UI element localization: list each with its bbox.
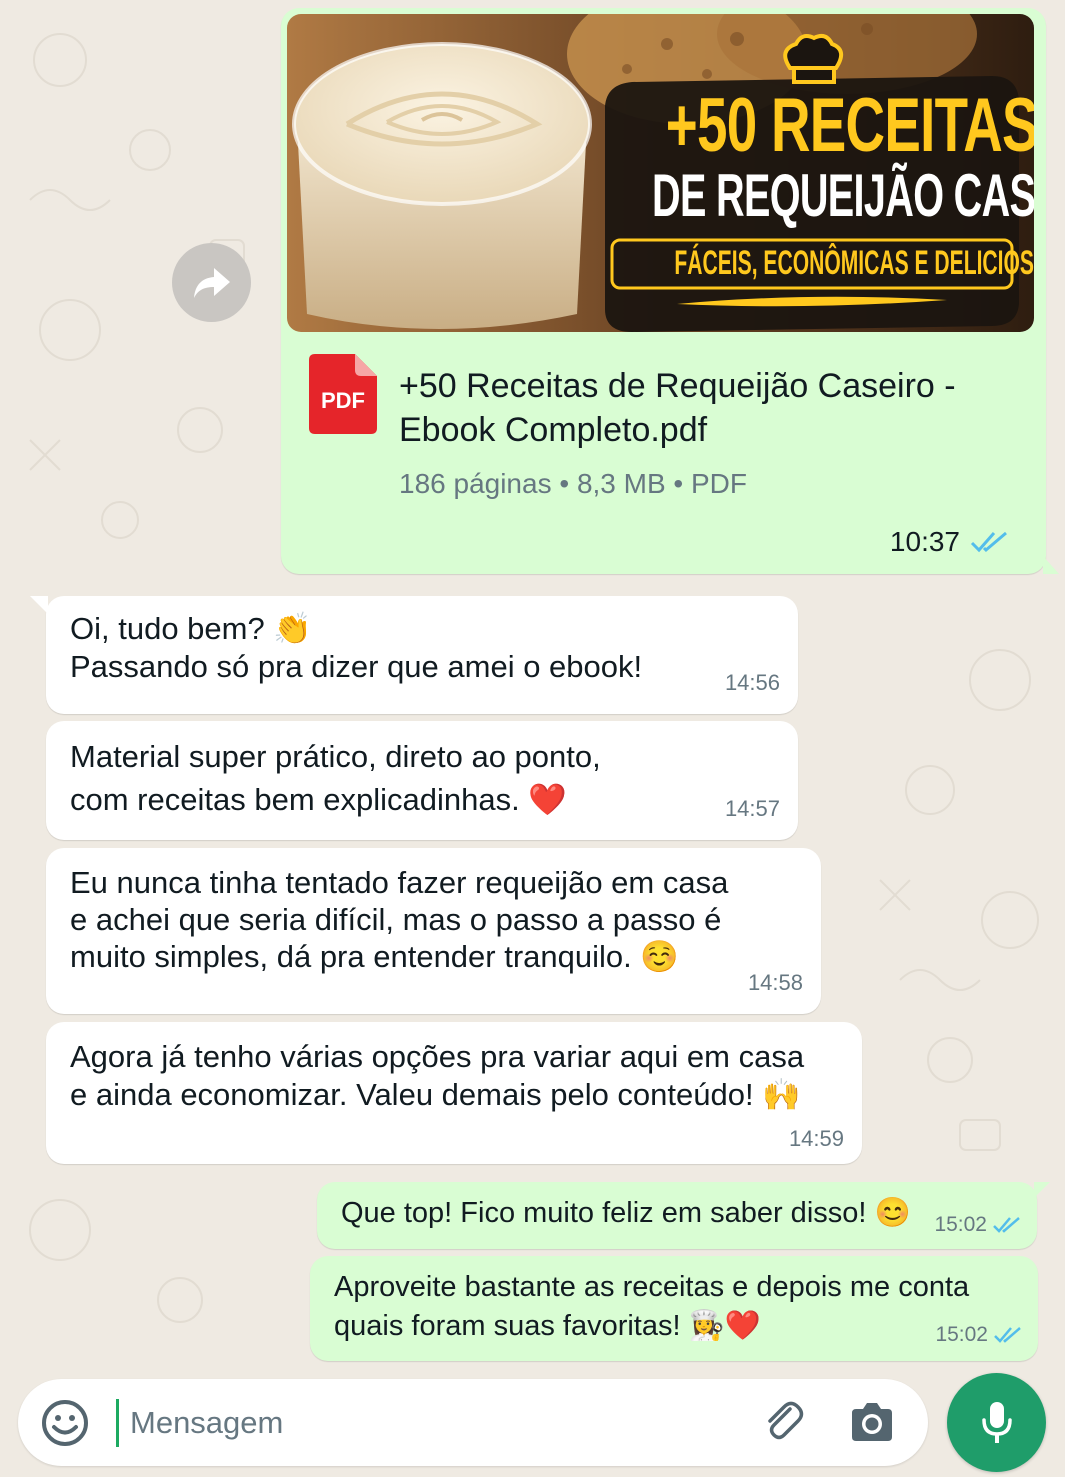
message-timestamp: 15:02 xyxy=(934,1213,987,1236)
pdf-icon-label: PDF xyxy=(321,388,365,413)
message-timestamp: 15:02 xyxy=(935,1323,988,1346)
document-timestamp: 10:37 xyxy=(889,526,960,557)
message-meta: 15:02 xyxy=(934,1213,1021,1237)
document-file-meta: 186 páginas • 8,3 MB • PDF xyxy=(399,468,748,499)
message-text: Aproveite bastante as receitas e depois … xyxy=(334,1271,970,1342)
message-composer xyxy=(18,1379,928,1466)
message-timestamp: 14:57 xyxy=(724,796,780,821)
double-check-read-icon xyxy=(970,531,1007,553)
message-timestamp: 14:56 xyxy=(724,670,780,695)
document-file-row[interactable]: PDF +50 Receitas de Requeijão Caseiro - … xyxy=(305,348,1025,499)
document-thumbnail[interactable]: +50 RECEITAS DE REQUEIJÃO CASEIRO FÁCEIS… xyxy=(287,14,1034,332)
message-meta: 15:02 xyxy=(935,1323,1022,1347)
message-text: Agora já tenho várias opções pra variar … xyxy=(70,1039,805,1112)
bubble-tail xyxy=(30,596,48,614)
message-timestamp: 14:59 xyxy=(788,1126,844,1151)
message-input[interactable] xyxy=(128,1397,692,1449)
double-check-read-icon xyxy=(994,1327,1021,1343)
paperclip-icon[interactable] xyxy=(760,1399,806,1445)
message-text: Eu nunca tinha tentado fazer requeijão e… xyxy=(70,865,729,974)
forward-button[interactable] xyxy=(172,243,251,322)
document-message-bubble[interactable]: +50 RECEITAS DE REQUEIJÃO CASEIRO FÁCEIS… xyxy=(281,8,1046,574)
incoming-message-2[interactable]: Material super prático, direto ao ponto,… xyxy=(46,721,798,840)
message-text: Material super prático, direto ao ponto,… xyxy=(70,739,601,817)
incoming-message-1[interactable]: Oi, tudo bem? 👏 Passando só pra dizer qu… xyxy=(46,596,798,714)
document-file-name: +50 Receitas de Requeijão Caseiro - Eboo… xyxy=(399,367,956,449)
camera-icon[interactable] xyxy=(848,1401,896,1443)
emoji-icon[interactable] xyxy=(40,1398,90,1448)
message-text: Que top! Fico muito feliz em saber disso… xyxy=(341,1197,911,1229)
microphone-icon xyxy=(981,1401,1012,1443)
outgoing-message-2[interactable]: Aproveite bastante as receitas e depois … xyxy=(310,1256,1038,1361)
bubble-tail xyxy=(1034,1182,1050,1198)
microphone-button[interactable] xyxy=(947,1373,1046,1472)
thumbnail-subtitle: FÁCEIS, ECONÔMICAS E DELICIOSAS xyxy=(674,244,1034,282)
pdf-file-icon: PDF xyxy=(309,354,377,434)
incoming-message-3[interactable]: Eu nunca tinha tentado fazer requeijão e… xyxy=(46,848,821,1014)
thumbnail-title-line1: +50 RECEITAS xyxy=(665,83,1034,168)
forward-arrow-icon xyxy=(193,267,230,298)
message-timestamp: 14:58 xyxy=(747,970,803,995)
outgoing-message-1[interactable]: Que top! Fico muito feliz em saber disso… xyxy=(317,1182,1037,1249)
bubble-tail xyxy=(1043,556,1059,574)
double-check-read-icon xyxy=(993,1217,1020,1233)
document-timestamp-area: 10:37 xyxy=(890,526,1010,558)
text-cursor xyxy=(116,1399,119,1447)
incoming-message-4[interactable]: Agora já tenho várias opções pra variar … xyxy=(46,1022,862,1164)
thumbnail-title-line2: DE REQUEIJÃO CASEIRO xyxy=(652,162,1034,229)
message-text: Oi, tudo bem? 👏 Passando só pra dizer qu… xyxy=(70,611,643,684)
